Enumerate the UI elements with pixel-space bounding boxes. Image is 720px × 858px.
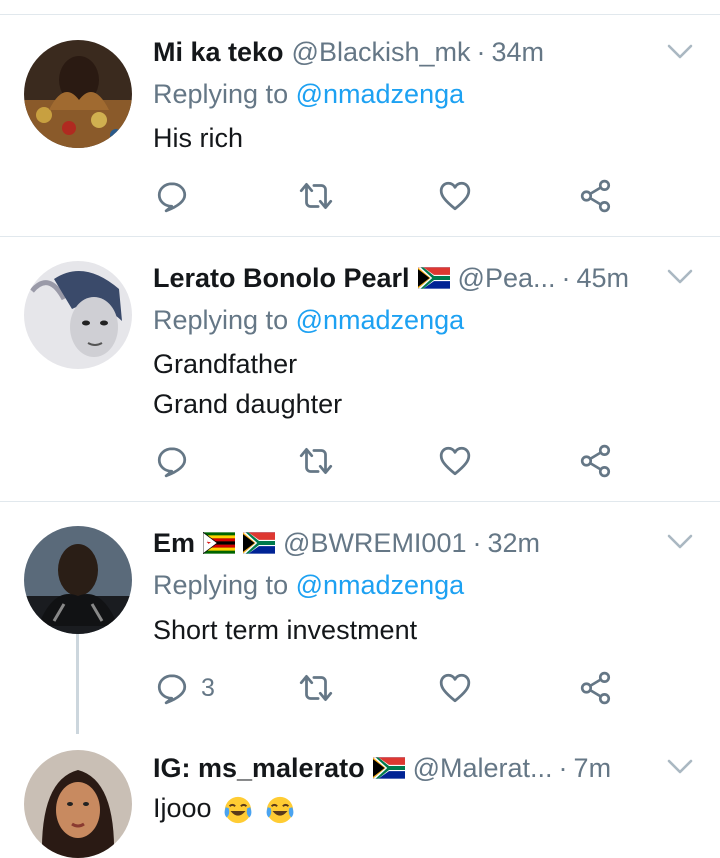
reply-button[interactable]: 3 (155, 670, 215, 706)
thread-connector-line (76, 634, 79, 734)
tweet-header: Lerato Bonolo Pearl @Pea... · 45m (153, 258, 650, 298)
share-icon (579, 444, 613, 478)
tweet-text: Grandfather Grand daughter (153, 344, 342, 424)
avatar[interactable] (24, 750, 132, 858)
retweet-button[interactable] (297, 178, 335, 214)
timestamp[interactable]: 7m (574, 748, 612, 788)
tweet-text: His rich (153, 118, 243, 158)
reply-button[interactable] (155, 443, 189, 479)
action-bar (155, 443, 625, 479)
share-button[interactable] (579, 670, 613, 706)
heart-icon (438, 179, 472, 213)
display-name[interactable]: Mi ka teko (153, 32, 284, 72)
tweet-1[interactable]: Mi ka teko @Blackish_mk · 34m Replying t… (0, 0, 720, 236)
tweet-text-line: Grand daughter (153, 389, 343, 419)
mention-link[interactable]: @nmadzenga (296, 305, 465, 335)
zimbabwe-flag (203, 532, 235, 554)
tweet-text-line: Grandfather (153, 349, 298, 379)
face-with-tears-of-joy (223, 795, 253, 825)
share-button[interactable] (579, 178, 613, 214)
avatar[interactable] (24, 40, 132, 148)
action-bar: 3 (155, 670, 625, 706)
like-button[interactable] (438, 670, 472, 706)
south-africa-flag (243, 532, 275, 554)
retweet-button[interactable] (297, 443, 335, 479)
replying-to-prefix: Replying to (153, 79, 289, 109)
separator-dot: · (558, 753, 568, 783)
user-handle[interactable]: @Pea... (458, 258, 556, 298)
timestamp[interactable]: 32m (487, 523, 540, 563)
chevron-down-icon[interactable] (666, 267, 694, 287)
replying-to: Replying to @nmadzenga (153, 74, 464, 114)
chevron-down-icon[interactable] (666, 757, 694, 777)
tweet-text-content: Ijooo (153, 793, 212, 823)
reply-bubble-icon (155, 671, 189, 705)
display-name[interactable]: Lerato Bonolo Pearl (153, 258, 410, 298)
tweet-header: Em @BWREMI001 · 32m (153, 523, 650, 563)
heart-icon (438, 671, 472, 705)
tweet-text-line: Ijooo (153, 788, 295, 828)
timestamp[interactable]: 45m (577, 258, 630, 298)
like-button[interactable] (438, 443, 472, 479)
separator-dot: · (476, 37, 486, 67)
chevron-down-icon[interactable] (666, 532, 694, 552)
separator-dot: · (472, 528, 482, 558)
replying-to-prefix: Replying to (153, 305, 289, 335)
mention-link[interactable]: @nmadzenga (296, 570, 465, 600)
reply-count: 3 (201, 673, 215, 702)
avatar[interactable] (24, 261, 132, 369)
display-name[interactable]: IG: ms_malerato (153, 748, 365, 788)
user-handle[interactable]: @Malerat... (413, 748, 553, 788)
tweet-4[interactable]: IG: ms_malerato @Malerat... · 7m Ijooo (0, 742, 720, 858)
south-africa-flag (418, 267, 450, 289)
tweet-header: IG: ms_malerato @Malerat... · 7m (153, 748, 650, 788)
action-bar (155, 178, 625, 214)
face-with-tears-of-joy (265, 795, 295, 825)
south-africa-flag (373, 757, 405, 779)
share-icon (579, 671, 613, 705)
like-button[interactable] (438, 178, 472, 214)
tweet-text-line: His rich (153, 123, 244, 153)
retweet-icon (297, 179, 335, 213)
replying-to-prefix: Replying to (153, 570, 289, 600)
user-handle[interactable]: @BWREMI001 (283, 523, 466, 563)
tweet-text-line: Short term investment (153, 615, 418, 645)
share-icon (579, 179, 613, 213)
user-handle[interactable]: @Blackish_mk (292, 32, 471, 72)
tweet-text: Short term investment (153, 610, 417, 650)
display-name[interactable]: Em (153, 523, 195, 563)
replying-to: Replying to @nmadzenga (153, 565, 464, 605)
timestamp[interactable]: 34m (492, 32, 545, 72)
chevron-down-icon[interactable] (666, 42, 694, 62)
tweet-header: Mi ka teko @Blackish_mk · 34m (153, 32, 650, 72)
retweet-icon (297, 671, 335, 705)
separator-dot: · (561, 263, 571, 293)
reply-button[interactable] (155, 178, 189, 214)
tweet-text: Ijooo (153, 788, 295, 828)
replying-to: Replying to @nmadzenga (153, 300, 464, 340)
retweet-icon (297, 444, 335, 478)
reply-bubble-icon (155, 179, 189, 213)
retweet-button[interactable] (297, 670, 335, 706)
mention-link[interactable]: @nmadzenga (296, 79, 465, 109)
avatar[interactable] (24, 526, 132, 634)
reply-bubble-icon (155, 444, 189, 478)
tweet-2[interactable]: Lerato Bonolo Pearl @Pea... · 45m Replyi… (0, 237, 720, 501)
tweet-3[interactable]: Em @BWREMI001 · 32m Replying to @nmadzen… (0, 502, 720, 742)
heart-icon (438, 444, 472, 478)
share-button[interactable] (579, 443, 613, 479)
